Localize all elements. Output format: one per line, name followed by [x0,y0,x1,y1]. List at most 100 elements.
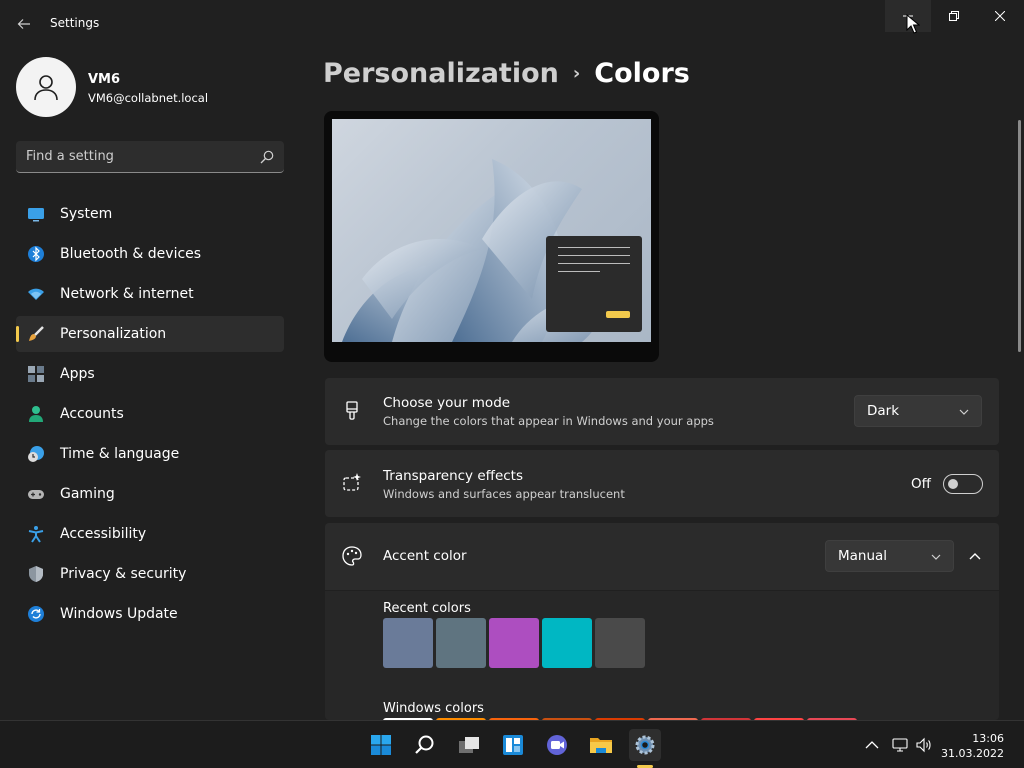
page-title: Colors [594,58,690,89]
sidebar-item-label: Windows Update [60,606,178,622]
recent-color-swatch[interactable] [489,618,539,668]
toggle-knob [948,479,958,489]
chevron-down-icon [959,409,969,415]
wallpaper-preview [332,119,651,342]
monitor-icon [28,208,44,222]
recent-color-swatch[interactable] [436,618,486,668]
sidebar-item-label: Accounts [60,406,124,422]
bluetooth-icon [28,246,44,262]
wifi-icon [28,288,44,300]
taskbar: 13:06 31.03.2022 [0,720,1024,768]
sidebar-item-personalization[interactable]: Personalization [16,316,284,352]
sidebar-item-privacy[interactable]: Privacy & security [16,556,284,592]
sidebar-item-accessibility[interactable]: Accessibility [16,516,284,552]
transparency-toggle[interactable] [943,474,983,494]
windows-colors-label: Windows colors [383,701,484,716]
chevron-up-icon[interactable] [968,550,982,564]
sidebar-item-gaming[interactable]: Gaming [16,476,284,512]
paintbrush-icon [29,326,44,341]
gamepad-icon [28,490,44,499]
mode-dropdown-value: Dark [867,403,900,419]
sidebar-item-label: Accessibility [60,526,147,542]
title-bar: Settings [0,0,1024,48]
sidebar-item-apps[interactable]: Apps [16,356,284,392]
apps-icon [28,366,44,382]
taskbar-widgets-button[interactable] [497,729,529,761]
sidebar-item-label: System [60,206,113,222]
transparency-title: Transparency effects [383,468,523,484]
account-email: VM6@collabnet.local [88,91,209,105]
restore-icon [949,11,959,21]
preview-text-line [558,271,600,272]
sidebar-item-label: Network & internet [60,286,194,302]
back-arrow-icon [17,19,30,29]
sidebar-item-label: Personalization [60,326,167,342]
taskbar-file-explorer-button[interactable] [585,729,617,761]
sidebar-item-label: Bluetooth & devices [60,246,202,262]
person-icon [29,406,43,422]
sidebar-item-bluetooth[interactable]: Bluetooth & devices [16,236,284,272]
sidebar-item-label: Apps [60,366,95,382]
transparency-card: Transparency effects Windows and surface… [325,450,999,517]
transparency-description: Windows and surfaces appear translucent [383,487,625,501]
paint-brush-mode-icon [346,401,358,420]
network-icon[interactable] [892,737,908,753]
taskbar-search-button[interactable] [409,729,441,761]
update-icon [28,606,44,622]
widgets-icon [503,735,523,755]
mode-card: Choose your mode Change the colors that … [325,378,999,445]
maximize-button[interactable] [931,0,977,32]
mode-dropdown[interactable]: Dark [854,395,982,427]
chevron-down-icon [931,554,941,560]
recent-color-swatch[interactable] [595,618,645,668]
search-box[interactable] [16,141,284,173]
sidebar-nav: System Bluetooth & devices Network & int… [16,196,284,636]
sidebar-item-accounts[interactable]: Accounts [16,396,284,432]
accent-dropdown[interactable]: Manual [825,540,954,572]
task-view-icon [459,737,479,753]
close-icon [995,11,1005,21]
taskbar-start-button[interactable] [365,729,397,761]
sidebar-item-label: Gaming [60,486,115,502]
taskbar-settings-button[interactable] [629,729,661,761]
recent-color-swatch[interactable] [383,618,433,668]
preview-text-line [558,255,630,256]
settings-icon [635,735,655,755]
taskbar-chat-button[interactable] [541,729,573,761]
recent-color-swatch[interactable] [542,618,592,668]
volume-icon[interactable] [916,737,932,753]
app-title: Settings [50,16,100,30]
clock-date: 31.03.2022 [941,747,1004,760]
sidebar-item-label: Time & language [60,446,180,462]
sidebar-item-time-language[interactable]: Time & language [16,436,284,472]
account-name: VM6 [88,72,121,87]
taskbar-task-view-button[interactable] [453,729,485,761]
sidebar-item-system[interactable]: System [16,196,284,232]
palette-icon [342,546,362,566]
scrollbar[interactable] [1018,120,1021,352]
sidebar-item-network[interactable]: Network & internet [16,276,284,312]
recent-colors-label: Recent colors [383,601,471,616]
clock-time: 13:06 [972,732,1004,745]
taskbar-clock[interactable]: 13:06 31.03.2022 [941,731,1004,761]
search-icon[interactable] [260,150,274,164]
user-icon [34,75,58,101]
avatar[interactable] [16,57,76,117]
accent-expanded-panel: Recent colors Windows colors [325,591,999,720]
sidebar-item-windows-update[interactable]: Windows Update [16,596,284,632]
accent-card: Accent color Manual [325,523,999,590]
mode-description: Change the colors that appear in Windows… [383,414,714,428]
preview-accent-button [606,311,630,318]
breadcrumb-parent[interactable]: Personalization [323,58,559,89]
close-button[interactable] [977,0,1023,32]
accent-title: Accent color [383,548,467,564]
mode-title: Choose your mode [383,395,511,411]
chevron-up-icon[interactable] [864,737,880,753]
search-input[interactable] [16,141,252,172]
search-icon [415,735,434,754]
back-button[interactable] [10,10,38,38]
clock-globe-icon [28,446,44,462]
file-explorer-icon [590,738,612,753]
preview-text-line [558,263,630,264]
preview-window [546,236,642,332]
